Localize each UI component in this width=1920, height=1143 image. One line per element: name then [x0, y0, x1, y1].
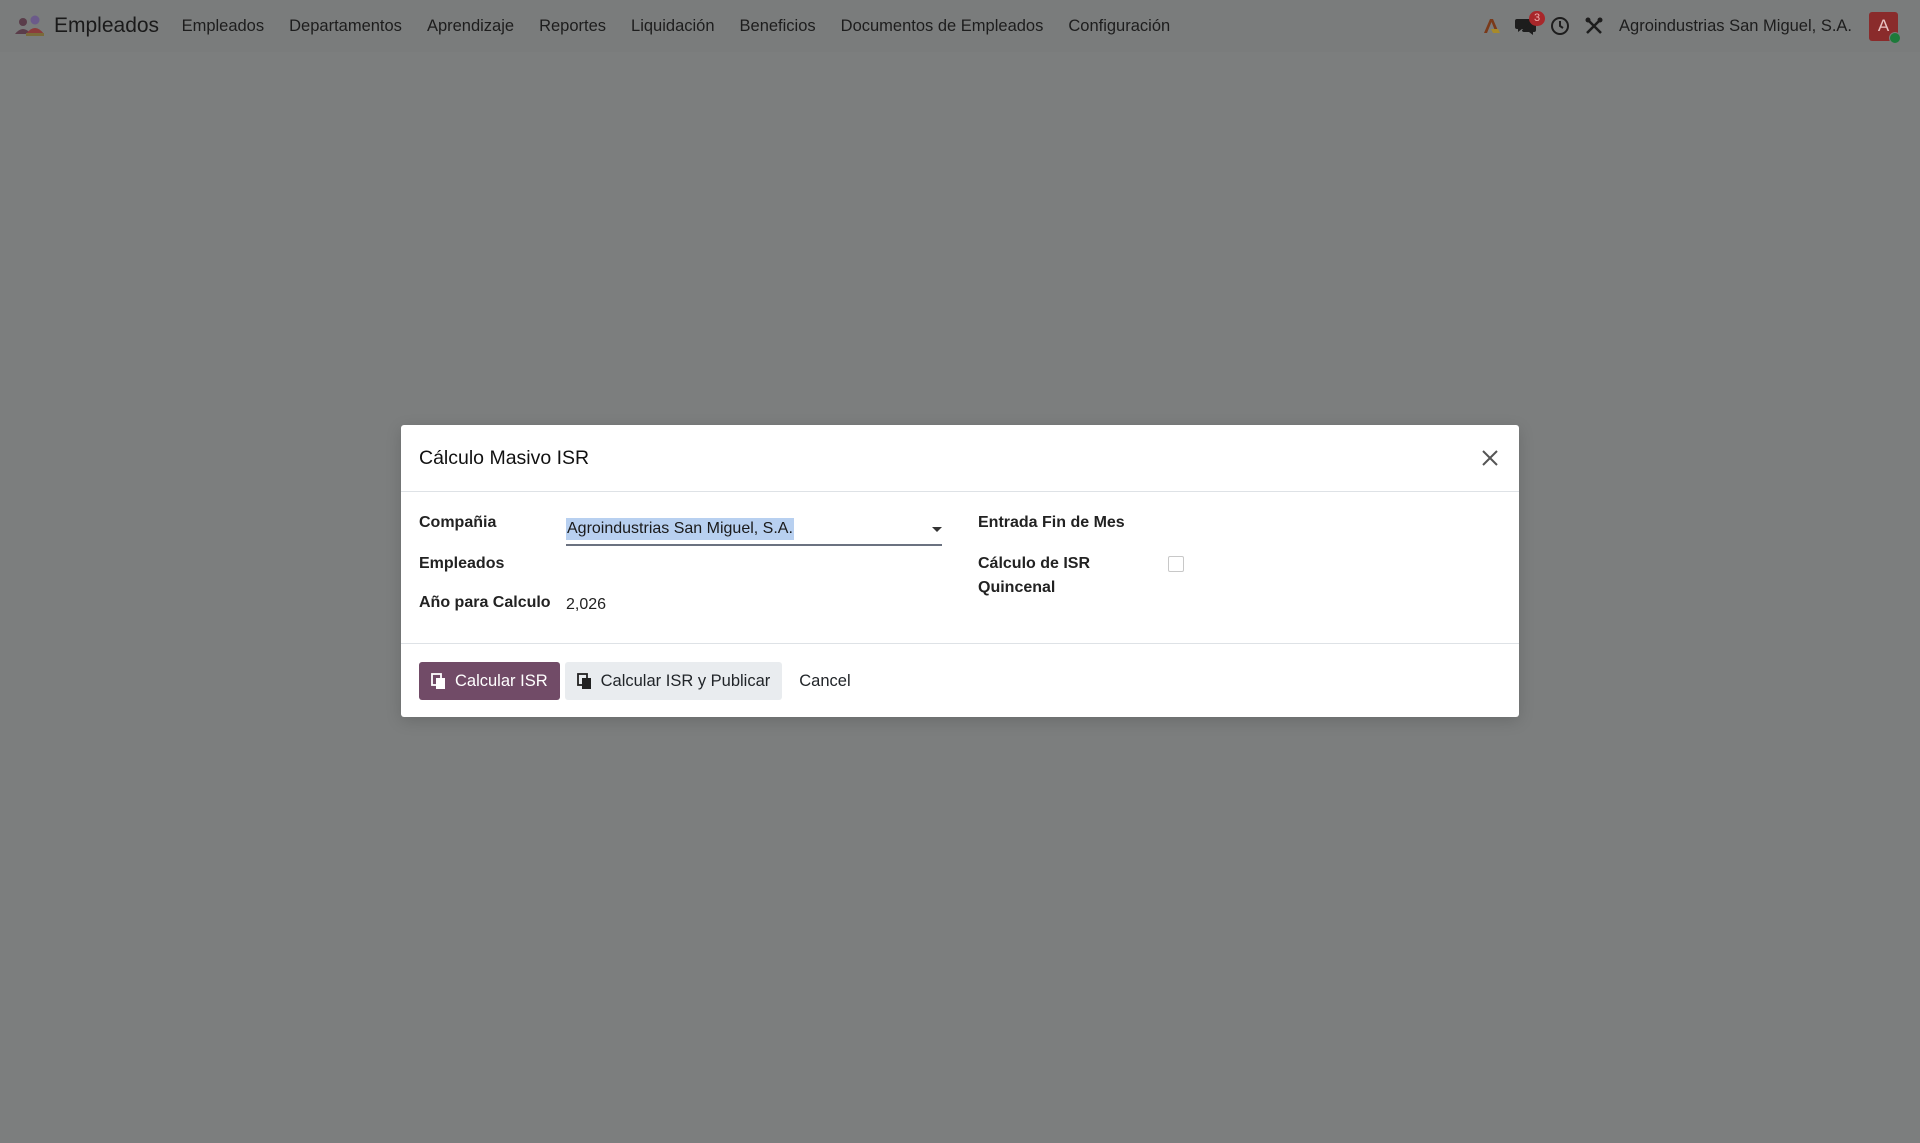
menu-item-configuracion[interactable]: Configuración: [1056, 0, 1183, 52]
calculate-publish-label: Calcular ISR y Publicar: [600, 671, 771, 690]
dialog-title: Cálculo Masivo ISR: [419, 446, 590, 469]
menu-item-liquidacion[interactable]: Liquidación: [619, 0, 727, 52]
month-end-label: Entrada Fin de Mes: [978, 514, 1125, 531]
app-brand[interactable]: Empleados: [0, 0, 169, 52]
company-select-value: Agroindustrias San Miguel, S.A.: [566, 518, 794, 540]
top-navbar: Empleados Empleados Departamentos Aprend…: [0, 0, 1920, 52]
acrobat-icon[interactable]: [1475, 0, 1509, 52]
online-status-dot: [1889, 31, 1901, 44]
company-label: Compañia: [419, 514, 497, 531]
menu-item-reportes[interactable]: Reportes: [527, 0, 619, 52]
copy-icon: [431, 672, 447, 690]
debug-tools-icon[interactable]: [1577, 0, 1611, 52]
clock-icon[interactable]: [1543, 0, 1577, 52]
dialog-footer: Calcular ISR Calcular ISR y Publicar Can…: [401, 644, 1519, 718]
systray: 3 Agroindustrias San Miguel, S.A. A: [1475, 0, 1920, 52]
calculate-isr-button[interactable]: Calcular ISR: [419, 662, 560, 700]
year-label: Año para Calculo: [419, 594, 551, 611]
cancel-button[interactable]: Cancel: [787, 662, 862, 700]
copy-icon: [576, 672, 593, 690]
employees-app-icon: [14, 14, 45, 38]
biweekly-label-line2: Quincenal: [978, 579, 1056, 596]
user-avatar[interactable]: A: [1869, 11, 1901, 44]
messages-icon[interactable]: 3: [1509, 0, 1546, 52]
menu-item-empleados[interactable]: Empleados: [169, 0, 277, 52]
biweekly-checkbox[interactable]: [1168, 556, 1184, 572]
menu-item-documentos[interactable]: Documentos de Empleados: [828, 0, 1056, 52]
employees-label: Empleados: [419, 555, 505, 572]
dialog-header: Cálculo Masivo ISR: [401, 425, 1519, 492]
main-menu: Empleados Departamentos Aprendizaje Repo…: [169, 0, 1183, 52]
menu-item-aprendizaje[interactable]: Aprendizaje: [414, 0, 526, 52]
company-select[interactable]: Agroindustrias San Miguel, S.A.: [566, 518, 942, 546]
company-switcher[interactable]: Agroindustrias San Miguel, S.A.: [1611, 17, 1869, 36]
avatar-initial: A: [1877, 16, 1890, 35]
calculate-publish-button[interactable]: Calcular ISR y Publicar: [564, 662, 783, 700]
cancel-label: Cancel: [799, 671, 851, 690]
menu-item-departamentos[interactable]: Departamentos: [277, 0, 415, 52]
menu-item-beneficios[interactable]: Beneficios: [727, 0, 828, 52]
biweekly-label-line1: Cálculo de ISR: [978, 555, 1091, 572]
year-value[interactable]: 2,026: [566, 593, 606, 617]
isr-dialog: Cálculo Masivo ISR Compañia Agroindustri…: [401, 425, 1519, 717]
chevron-down-icon[interactable]: [932, 527, 942, 532]
app-title: Empleados: [54, 14, 160, 37]
calculate-isr-label: Calcular ISR: [455, 671, 548, 690]
dialog-body: Compañia Agroindustrias San Miguel, S.A.…: [401, 492, 1519, 644]
close-icon[interactable]: [1479, 447, 1501, 469]
